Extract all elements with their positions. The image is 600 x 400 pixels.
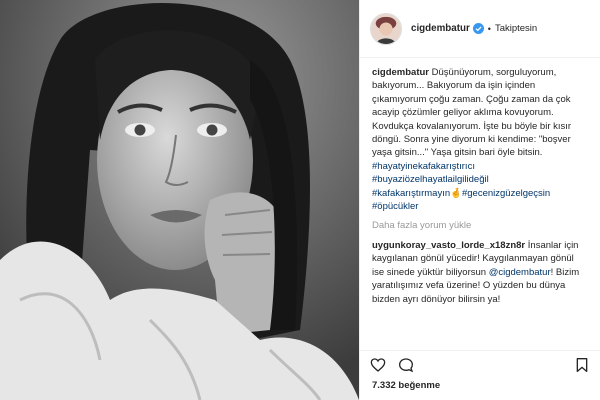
- avatar-image: [371, 13, 401, 44]
- caption-text: Düşünüyorum, sorguluyorum, bakıyorum... …: [372, 67, 572, 159]
- separator-dot: •: [487, 23, 491, 34]
- hashtag-link[interactable]: #hayatyinekafakarıştırıcı: [372, 160, 588, 173]
- emoji-icon: 🤞: [450, 187, 462, 199]
- hashtag-line: #kafakarıştırmayın🤞#gecenizgüzelgeçsin: [372, 187, 588, 200]
- post-photo[interactable]: [0, 0, 359, 400]
- avatar[interactable]: [370, 12, 402, 45]
- mention-link[interactable]: @cigdembatur: [489, 267, 551, 278]
- hashtag-link[interactable]: #buyaziözelhayatlailgilideğil: [372, 173, 588, 186]
- caption: cigdembatur Düşünüyorum, sorguluyorum, b…: [372, 66, 588, 213]
- comment-icon[interactable]: [398, 357, 414, 373]
- hashtag-link[interactable]: #gecenizgüzelgeçsin: [462, 188, 550, 199]
- hashtag-link[interactable]: #öpücükler: [372, 200, 588, 213]
- likes-count[interactable]: 7.332 beğenme: [360, 378, 600, 400]
- heart-icon[interactable]: [370, 357, 386, 373]
- post-header: cigdembatur • Takiptesin: [360, 0, 600, 58]
- post-actions-bar: [360, 350, 600, 378]
- caption-author[interactable]: cigdembatur: [372, 67, 429, 78]
- hashtag-link[interactable]: #kafakarıştırmayın: [372, 188, 450, 199]
- instagram-post: cigdembatur • Takiptesin cigdembatur Düş…: [0, 0, 600, 400]
- save-icon[interactable]: [574, 357, 590, 373]
- username[interactable]: cigdembatur: [411, 23, 470, 34]
- comment-item: uygunkoray_vasto_lorde_x18zn8r İnsanlar …: [372, 239, 588, 306]
- portrait-image: [0, 0, 359, 400]
- load-more-comments-button[interactable]: Daha fazla yorum yükle: [372, 219, 588, 232]
- follow-status-button[interactable]: Takiptesin: [495, 23, 537, 34]
- comment-author[interactable]: uygunkoray_vasto_lorde_x18zn8r: [372, 240, 525, 251]
- comments-section: cigdembatur Düşünüyorum, sorguluyorum, b…: [360, 58, 600, 350]
- verified-badge-icon: [472, 23, 484, 34]
- post-side-panel: cigdembatur • Takiptesin cigdembatur Düş…: [359, 0, 600, 400]
